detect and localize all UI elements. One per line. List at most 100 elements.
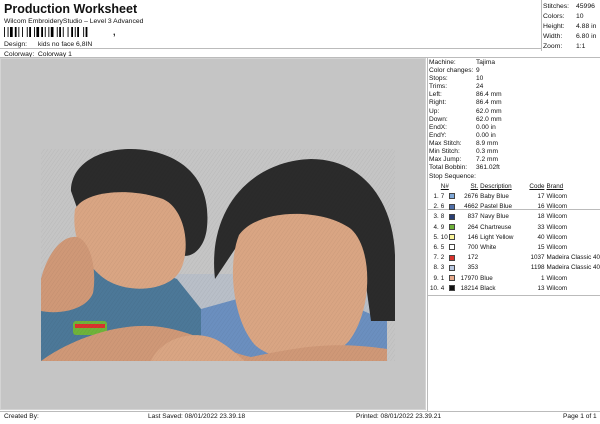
embroidery-artwork — [41, 148, 395, 361]
thread-code: 1037 — [530, 254, 545, 262]
param-label: Total Bobbin: — [429, 164, 468, 172]
param-value: 10 — [476, 75, 484, 83]
param-label: Trims: — [429, 83, 448, 91]
needle-number: 3 — [440, 264, 445, 272]
param-value: 62.0 mm — [476, 115, 502, 123]
thread-description: Navy Blue — [480, 213, 509, 221]
param-label: Machine: — [429, 59, 456, 66]
param-label: Color changes: — [429, 67, 474, 75]
param-label: Stops: — [429, 75, 448, 83]
needle-number: 9 — [440, 223, 445, 231]
thread-code: 16 — [537, 203, 545, 211]
stop-row: 2. 6 4662 Pastel Blue 16 Wilcom — [428, 202, 600, 212]
divider — [0, 48, 541, 49]
stitch-texture — [41, 149, 395, 361]
param-row: Machine: Tajima — [428, 59, 600, 67]
param-label: Left: — [429, 91, 442, 99]
thread-brand: Madeira Classic 40 — [546, 264, 600, 272]
stop-index: 10. — [430, 284, 439, 292]
barcode-tail: , — [113, 27, 116, 37]
thread-brand: Wilcom — [546, 223, 568, 231]
stitch-count: 353 — [467, 264, 479, 272]
design-summary: Stitches: 45996 Colors: 10 Height: 4.88 in … — [543, 2, 599, 52]
thread-code: 17 — [537, 193, 545, 201]
thread-brand: Wilcom — [546, 244, 568, 252]
param-label: EndX: — [429, 123, 447, 131]
param-value: 7.2 mm — [476, 156, 498, 164]
param-row: Max Jump: 7.2 mm — [428, 156, 600, 164]
created-by: Created By: — [4, 413, 39, 420]
needle-number: 6 — [440, 203, 445, 211]
design-value: kids no face 6,8IN — [37, 41, 93, 48]
needle-number: 10 — [440, 233, 448, 241]
stitch-count: 146 — [467, 233, 479, 241]
thread-description: Baby Blue — [480, 193, 509, 201]
needle-number: 4 — [440, 284, 445, 292]
color-swatch — [448, 193, 455, 200]
stitch-info-panel: Machine: Tajima Color changes: 9 Stops: 10 Tri… — [428, 59, 600, 293]
stop-sequence-table: N# St. Description Code Brand 1. 7 2676 Bab… — [428, 181, 600, 293]
stop-row: 6. 5 700 White 15 Wilcom — [428, 242, 600, 252]
param-label: Max Jump: — [429, 156, 462, 164]
thread-description — [480, 253, 525, 263]
param-label: Max Stitch: — [429, 139, 462, 147]
thread-brand: Wilcom — [546, 284, 568, 292]
page-title: Production Worksheet — [4, 2, 138, 16]
color-swatch — [448, 244, 455, 251]
thread-description: White — [480, 244, 497, 252]
stop-row: 4. 9 264 Chartreuse 33 Wilcom — [428, 222, 600, 232]
software-subtitle: Wilcom EmbroideryStudio – Level 3 Advanc… — [4, 18, 144, 25]
design-preview[interactable] — [0, 58, 426, 410]
stop-index: 1. — [433, 193, 439, 201]
stitch-count: 837 — [467, 213, 479, 221]
stitch-count: 17970 — [460, 274, 479, 282]
thread-brand: Wilcom — [546, 213, 568, 221]
needle-number: 8 — [440, 213, 445, 221]
summary-row: Width: 6.80 in — [543, 33, 597, 40]
param-value: Tajima — [476, 59, 496, 66]
param-row: Min Stitch: 0.3 mm — [428, 148, 600, 156]
page-number: Page 1 of 1 — [563, 413, 597, 420]
param-value: 86.4 mm — [476, 99, 502, 107]
design-label: Design: — [4, 41, 28, 48]
param-row: Up: 62.0 mm — [428, 108, 600, 116]
param-label: EndY: — [429, 131, 447, 139]
param-value: 24 — [476, 83, 484, 91]
stop-sequence-header: N# St. Description Code Brand — [440, 182, 564, 190]
param-row: Color changes: 9 — [428, 67, 600, 75]
stitch-count: 264 — [467, 223, 479, 231]
color-swatch — [448, 264, 455, 271]
stop-index: 6. — [433, 244, 439, 252]
stitch-count: 172 — [467, 254, 479, 262]
param-value: 361.02ft — [476, 164, 500, 172]
thread-brand: Wilcom — [546, 274, 568, 282]
color-swatch — [448, 274, 455, 281]
color-swatch — [448, 213, 455, 220]
stop-row: 5. 10 146 Light Yellow 40 Wilcom — [428, 232, 600, 242]
stop-index: 3. — [433, 213, 439, 221]
param-row: Stops: 10 — [428, 75, 600, 83]
param-row: Left: 86.4 mm — [428, 91, 600, 99]
thread-code: 15 — [537, 244, 545, 252]
stitch-count: 4662 — [464, 203, 479, 211]
thread-description: Pastel Blue — [480, 203, 513, 211]
thread-brand: Wilcom — [546, 233, 568, 241]
color-swatch — [448, 285, 455, 292]
stop-index: 8. — [433, 264, 439, 272]
stop-index: 9. — [433, 274, 439, 282]
summary-row: Stitches: 45996 — [543, 3, 595, 10]
param-value: 9 — [476, 67, 480, 75]
thread-code: 18 — [537, 213, 545, 221]
design-row: Design: kids no face 6,8IN — [4, 41, 92, 48]
last-saved: Last Saved: 08/01/2022 23.39.18 — [148, 413, 246, 420]
param-label: Right: — [429, 99, 447, 107]
param-value: 86.4 mm — [476, 91, 502, 99]
param-value: 0.00 in — [476, 131, 496, 139]
param-value: 0.00 in — [476, 123, 496, 131]
param-row: Right: 86.4 mm — [428, 99, 600, 107]
stop-row: 8. 3 353 1198 Madeira Classic 40 — [428, 263, 600, 273]
thread-brand: Wilcom — [546, 193, 568, 201]
divider — [541, 0, 542, 51]
needle-number: 1 — [440, 274, 445, 282]
thread-description: Light Yellow — [480, 233, 514, 241]
